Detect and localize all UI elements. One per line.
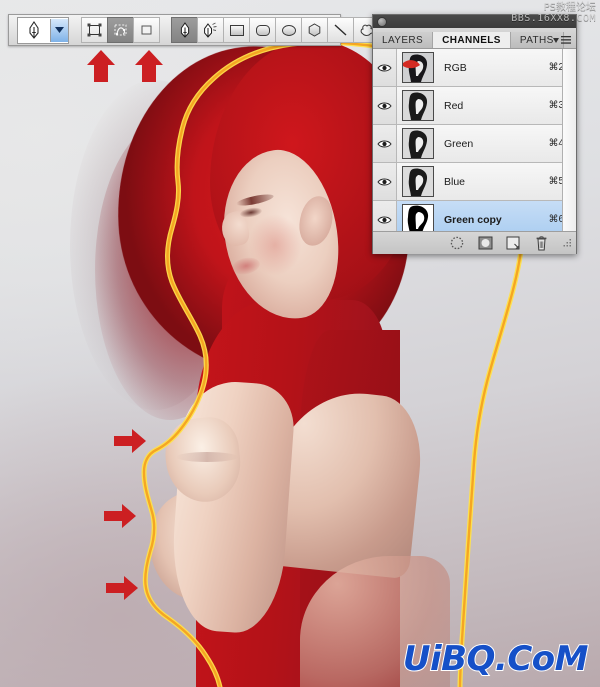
channel-name-green-copy: Green copy [444,214,548,226]
channel-row-red[interactable]: Red ⌘3 [373,87,576,125]
channel-list[interactable]: RGB ⌘2 Red [373,49,576,231]
finger-shading [176,452,238,462]
shape-layer-icon[interactable] [81,17,108,43]
channel-row-green[interactable]: Green ⌘4 [373,125,576,163]
rectangle-icon[interactable] [223,17,250,43]
forum-watermark-top: PS教程论坛 BBS.16XX8.COM [511,2,596,24]
channel-thumbnail-rgb[interactable] [402,52,434,83]
watermark-line-2: BBS.16XX8.COM [511,13,596,24]
channel-name-red: Red [444,100,548,112]
channel-list-scrollbar[interactable] [562,49,576,231]
tool-preset-chevron-down-icon[interactable] [50,19,68,42]
freeform-pen-icon[interactable] [197,17,224,43]
channel-thumbnail-blue[interactable] [402,166,434,197]
channel-row-blue[interactable]: Blue ⌘5 [373,163,576,201]
panel-menu-icon[interactable] [553,36,571,45]
eye-visibility-icon[interactable] [373,163,397,200]
annotation-right-arrow-1 [114,428,146,454]
polygon-icon[interactable] [301,17,328,43]
annotation-right-arrow-3 [106,575,138,601]
eye-visibility-icon[interactable] [373,201,397,231]
resize-grip-icon[interactable] [563,239,572,248]
rounded-rectangle-icon[interactable] [249,17,276,43]
annotation-up-arrow-paths-mode [86,50,116,82]
line-icon[interactable] [327,17,354,43]
tab-channels[interactable]: CHANNELS [433,32,511,48]
site-watermark-bottom: UiBQ.CoM [403,639,588,679]
trash-icon[interactable] [533,235,549,251]
photoshop-screenshot: LAYERS CHANNELS PATHS [0,0,600,687]
eye-visibility-icon[interactable] [373,125,397,162]
new-channel-icon[interactable] [505,235,521,251]
shape-tool-group[interactable] [171,17,400,43]
channels-panel-footer[interactable] [373,231,576,254]
channel-row-green-copy[interactable]: Green copy ⌘6 [373,201,576,231]
tool-preset-picker[interactable] [17,17,69,44]
watermark-line-1: PS教程论坛 [511,2,596,13]
channel-thumbnail-red[interactable] [402,90,434,121]
ellipse-icon[interactable] [275,17,302,43]
panel-tab-row[interactable]: LAYERS CHANNELS PATHS [373,28,576,49]
channel-name-blue: Blue [444,176,548,188]
eye-visibility-icon[interactable] [373,87,397,124]
channel-name-rgb: RGB [444,62,548,74]
tool-options-bar[interactable] [8,14,341,46]
channel-row-rgb[interactable]: RGB ⌘2 [373,49,576,87]
tab-layers[interactable]: LAYERS [373,32,433,48]
shape-mode-group[interactable] [81,17,159,43]
channel-thumbnail-green[interactable] [402,128,434,159]
channels-panel[interactable]: LAYERS CHANNELS PATHS [372,14,577,254]
close-dot-icon[interactable] [377,17,387,27]
eye-visibility-icon[interactable] [373,49,397,86]
dotted-circle-icon[interactable] [449,235,465,251]
channel-name-green: Green [444,138,548,150]
fill-pixels-icon[interactable] [133,17,160,43]
annotation-right-arrow-2 [104,503,136,529]
selection-to-channel-icon[interactable] [477,235,493,251]
pen-tool-button[interactable] [171,17,198,43]
pen-tool-icon [18,19,50,42]
channel-thumbnail-green-copy[interactable] [402,204,434,231]
annotation-up-arrow-pen-tool [134,50,164,82]
paths-icon[interactable] [107,17,134,43]
